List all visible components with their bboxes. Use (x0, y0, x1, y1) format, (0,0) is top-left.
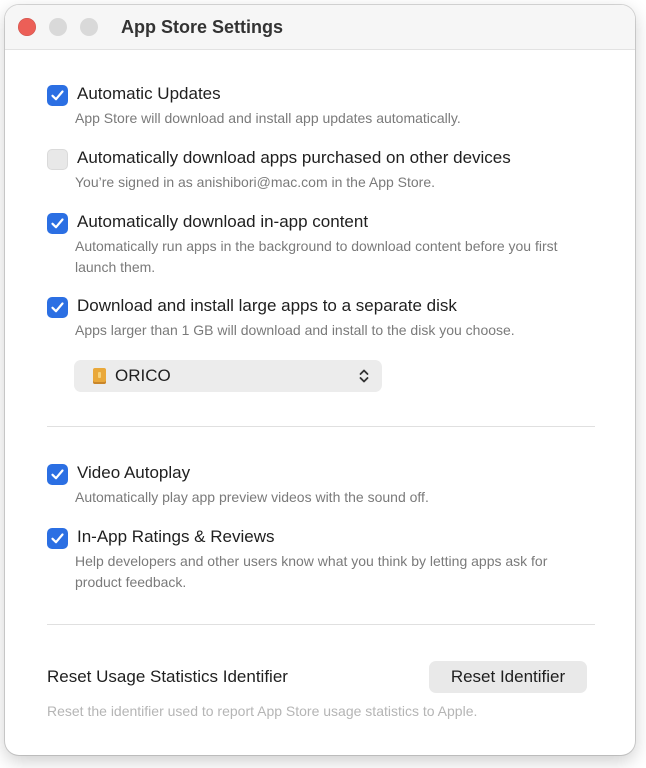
option-description: You’re signed in as anishibori@mac.com i… (75, 174, 436, 190)
automatic-updates-checkbox[interactable] (47, 85, 68, 106)
in-app-content-checkbox[interactable] (47, 213, 68, 234)
reset-identifier-description: Reset the identifier used to report App … (47, 703, 478, 719)
window-title: App Store Settings (121, 17, 284, 37)
reset-identifier-button[interactable]: Reset Identifier (429, 661, 587, 693)
option-description: Automatically play app preview videos wi… (75, 489, 429, 505)
option-label: Automatically download apps purchased on… (77, 148, 511, 167)
disk-select[interactable]: ORICO (74, 360, 382, 392)
settings-window: App Store Settings Automatic Updates App… (5, 5, 635, 755)
zoom-window-button[interactable] (80, 18, 98, 36)
checkmark-icon (51, 533, 64, 544)
checkmark-icon (51, 90, 64, 101)
section-divider (47, 624, 595, 625)
title-bar: App Store Settings (5, 5, 635, 50)
option-label: Download and install large apps to a sep… (77, 296, 457, 315)
checkmark-icon (51, 302, 64, 313)
option-label: Video Autoplay (77, 463, 191, 482)
option-description: Help developers and other users know wha… (75, 553, 548, 590)
download-purchased-apps-checkbox[interactable] (47, 149, 68, 170)
option-label: Automatically download in-app content (77, 212, 369, 231)
chevron-up-down-icon (359, 369, 369, 383)
ratings-reviews-checkbox[interactable] (47, 528, 68, 549)
disk-select-value: ORICO (115, 366, 171, 385)
option-description: Apps larger than 1 GB will download and … (75, 322, 515, 338)
checkmark-icon (51, 469, 64, 480)
option-label: In-App Ratings & Reviews (77, 527, 275, 546)
checkmark-icon (51, 218, 64, 229)
separate-disk-checkbox[interactable] (47, 297, 68, 318)
reset-identifier-label: Reset Usage Statistics Identifier (47, 667, 288, 686)
video-autoplay-checkbox[interactable] (47, 464, 68, 485)
option-label: Automatic Updates (77, 84, 221, 103)
close-window-button[interactable] (18, 18, 36, 36)
section-divider (47, 426, 595, 427)
option-description: Automatically run apps in the background… (75, 238, 558, 275)
minimize-window-button[interactable] (49, 18, 67, 36)
option-description: App Store will download and install app … (75, 110, 461, 126)
external-drive-icon (93, 368, 106, 384)
